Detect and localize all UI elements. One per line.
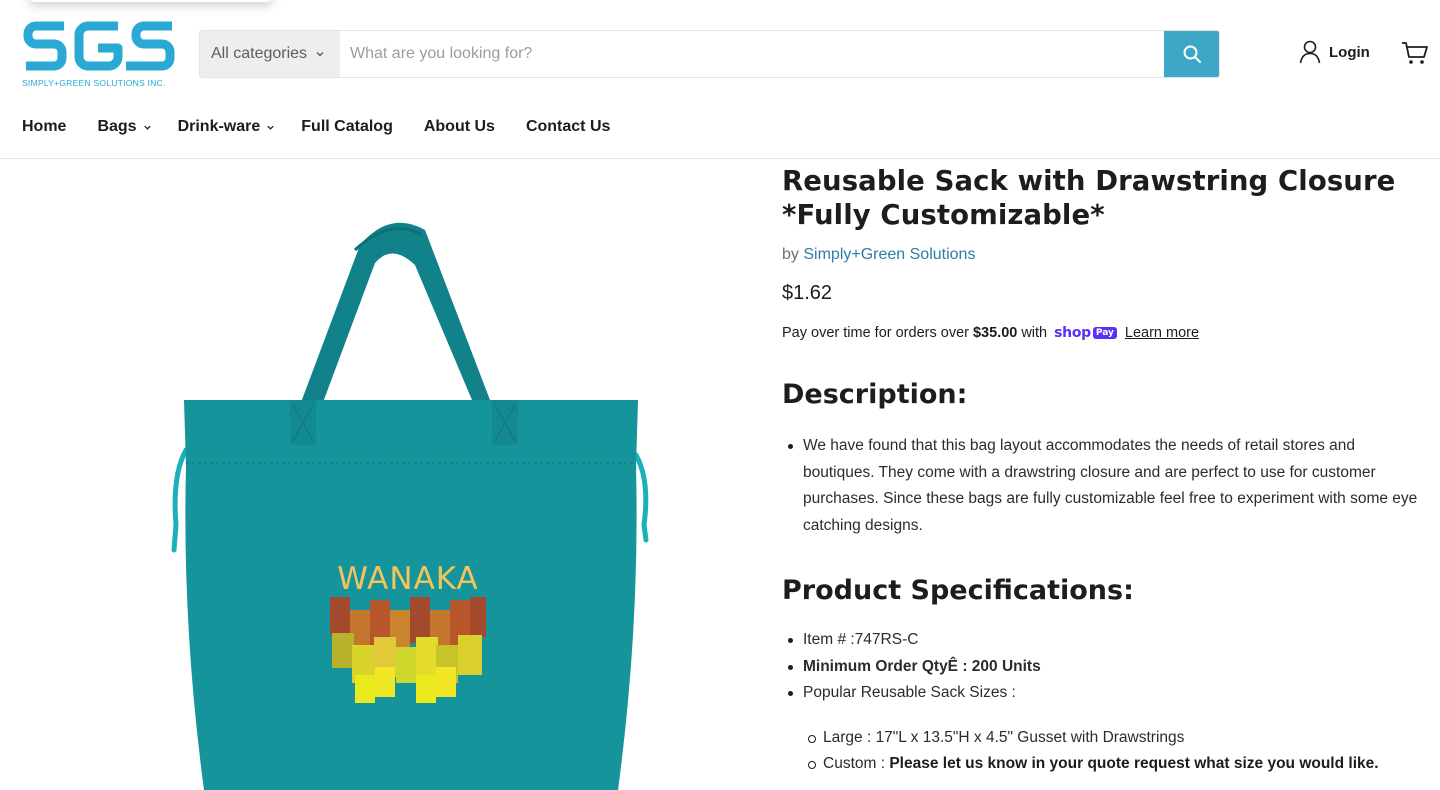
learn-more-link[interactable]: Learn more xyxy=(1125,325,1199,341)
specifications-list: Item # :747RS-C Minimum Order QtyÊ : 200… xyxy=(782,627,1422,707)
installments-prefix: Pay over time for orders over xyxy=(782,325,969,341)
category-select-label: All categories xyxy=(211,45,308,62)
nav-item-label: Bags xyxy=(97,118,137,135)
vendor-prefix: by xyxy=(782,246,799,263)
product-price: $1.62 xyxy=(782,282,833,304)
login-label: Login xyxy=(1329,43,1370,61)
spec-sizes-label: Popular Reusable Sack Sizes : xyxy=(782,680,1422,707)
product-vendor: by Simply+Green Solutions xyxy=(782,246,1422,264)
nav-item-label: Home xyxy=(22,118,67,135)
product-title: Reusable Sack with Drawstring Closure *F… xyxy=(782,164,1422,232)
installments-suffix: with xyxy=(1021,325,1048,341)
site-logo[interactable]: SIMPLY+GREEN SOLUTIONS INC. xyxy=(22,18,176,92)
search-button[interactable] xyxy=(1164,31,1219,77)
nav-item-label: Drink-ware xyxy=(177,118,261,135)
size-label: Custom : xyxy=(823,755,890,772)
search-bar: All categories xyxy=(199,30,1220,78)
cart-icon xyxy=(1402,42,1428,64)
chevron-down-icon xyxy=(316,52,324,57)
sizes-list: Large : 17"L x 13.5"H x 4.5" Gusset with… xyxy=(782,725,1422,778)
product-title-line-2: *Fully Customizable* xyxy=(782,199,1105,231)
main-nav: Home Bags Drink-ware Full Catalog About … xyxy=(22,118,610,136)
login-link[interactable]: Login xyxy=(1299,40,1370,64)
nav-item-bags[interactable]: Bags xyxy=(97,118,151,136)
product-title-line-1: Reusable Sack with Drawstring Closure xyxy=(782,165,1396,197)
spec-minimum-order: Minimum Order QtyÊ : 200 Units xyxy=(782,654,1422,681)
specifications-heading: Product Specifications: xyxy=(782,575,1134,606)
nav-item-about-us[interactable]: About Us xyxy=(424,118,495,136)
nav-item-label: About Us xyxy=(423,118,495,135)
nav-item-contact-us[interactable]: Contact Us xyxy=(526,118,610,136)
size-label: Large : xyxy=(823,728,876,746)
description-item: We have found that this bag layout accom… xyxy=(782,433,1422,539)
shop-pay-pill: Pay xyxy=(1092,327,1117,339)
product-image[interactable]: WANAKA xyxy=(160,205,660,790)
nav-item-home[interactable]: Home xyxy=(22,118,66,136)
description-list: We have found that this bag layout accom… xyxy=(782,433,1422,539)
search-icon xyxy=(1183,45,1201,63)
vendor-link[interactable]: Simply+Green Solutions xyxy=(803,246,975,263)
chevron-down-icon xyxy=(267,125,274,130)
search-input[interactable] xyxy=(340,31,1164,77)
product-info: Reusable Sack with Drawstring Closure *F… xyxy=(782,164,1422,778)
logo-tagline: SIMPLY+GREEN SOLUTIONS INC. xyxy=(22,78,166,88)
cart-button[interactable] xyxy=(1401,40,1429,71)
nav-item-label: Full Catalog xyxy=(301,118,393,135)
shop-pay-word: shop xyxy=(1054,325,1091,341)
bag-print-text: WANAKA xyxy=(337,561,479,597)
header-top-shadow xyxy=(28,0,273,2)
header-divider xyxy=(0,158,1440,159)
installments-banner: Pay over time for orders over $35.00 wit… xyxy=(782,325,1422,341)
size-item-large: Large : 17"L x 13.5"H x 4.5" Gusset with… xyxy=(782,725,1422,752)
shop-pay-logo: shop Pay xyxy=(1054,325,1117,341)
sgs-logo-mark xyxy=(23,21,175,71)
nav-item-label: Contact Us xyxy=(525,118,611,135)
category-select[interactable]: All categories xyxy=(200,31,340,77)
spec-item-number: Item # :747RS-C xyxy=(782,627,1422,654)
installments-amount: $35.00 xyxy=(972,325,1018,341)
user-icon xyxy=(1299,40,1321,64)
nav-item-drinkware[interactable]: Drink-ware xyxy=(178,118,276,136)
size-value: 17"L x 13.5"H x 4.5" Gusset with Drawstr… xyxy=(875,728,1185,746)
description-heading: Description: xyxy=(782,379,968,410)
size-item-custom: Custom : Please let us know in your quot… xyxy=(782,751,1422,778)
nav-item-full-catalog[interactable]: Full Catalog xyxy=(301,118,393,136)
tote-bag-illustration: WANAKA xyxy=(171,222,649,790)
chevron-down-icon xyxy=(143,125,151,130)
size-value: Please let us know in your quote request… xyxy=(889,755,1379,772)
